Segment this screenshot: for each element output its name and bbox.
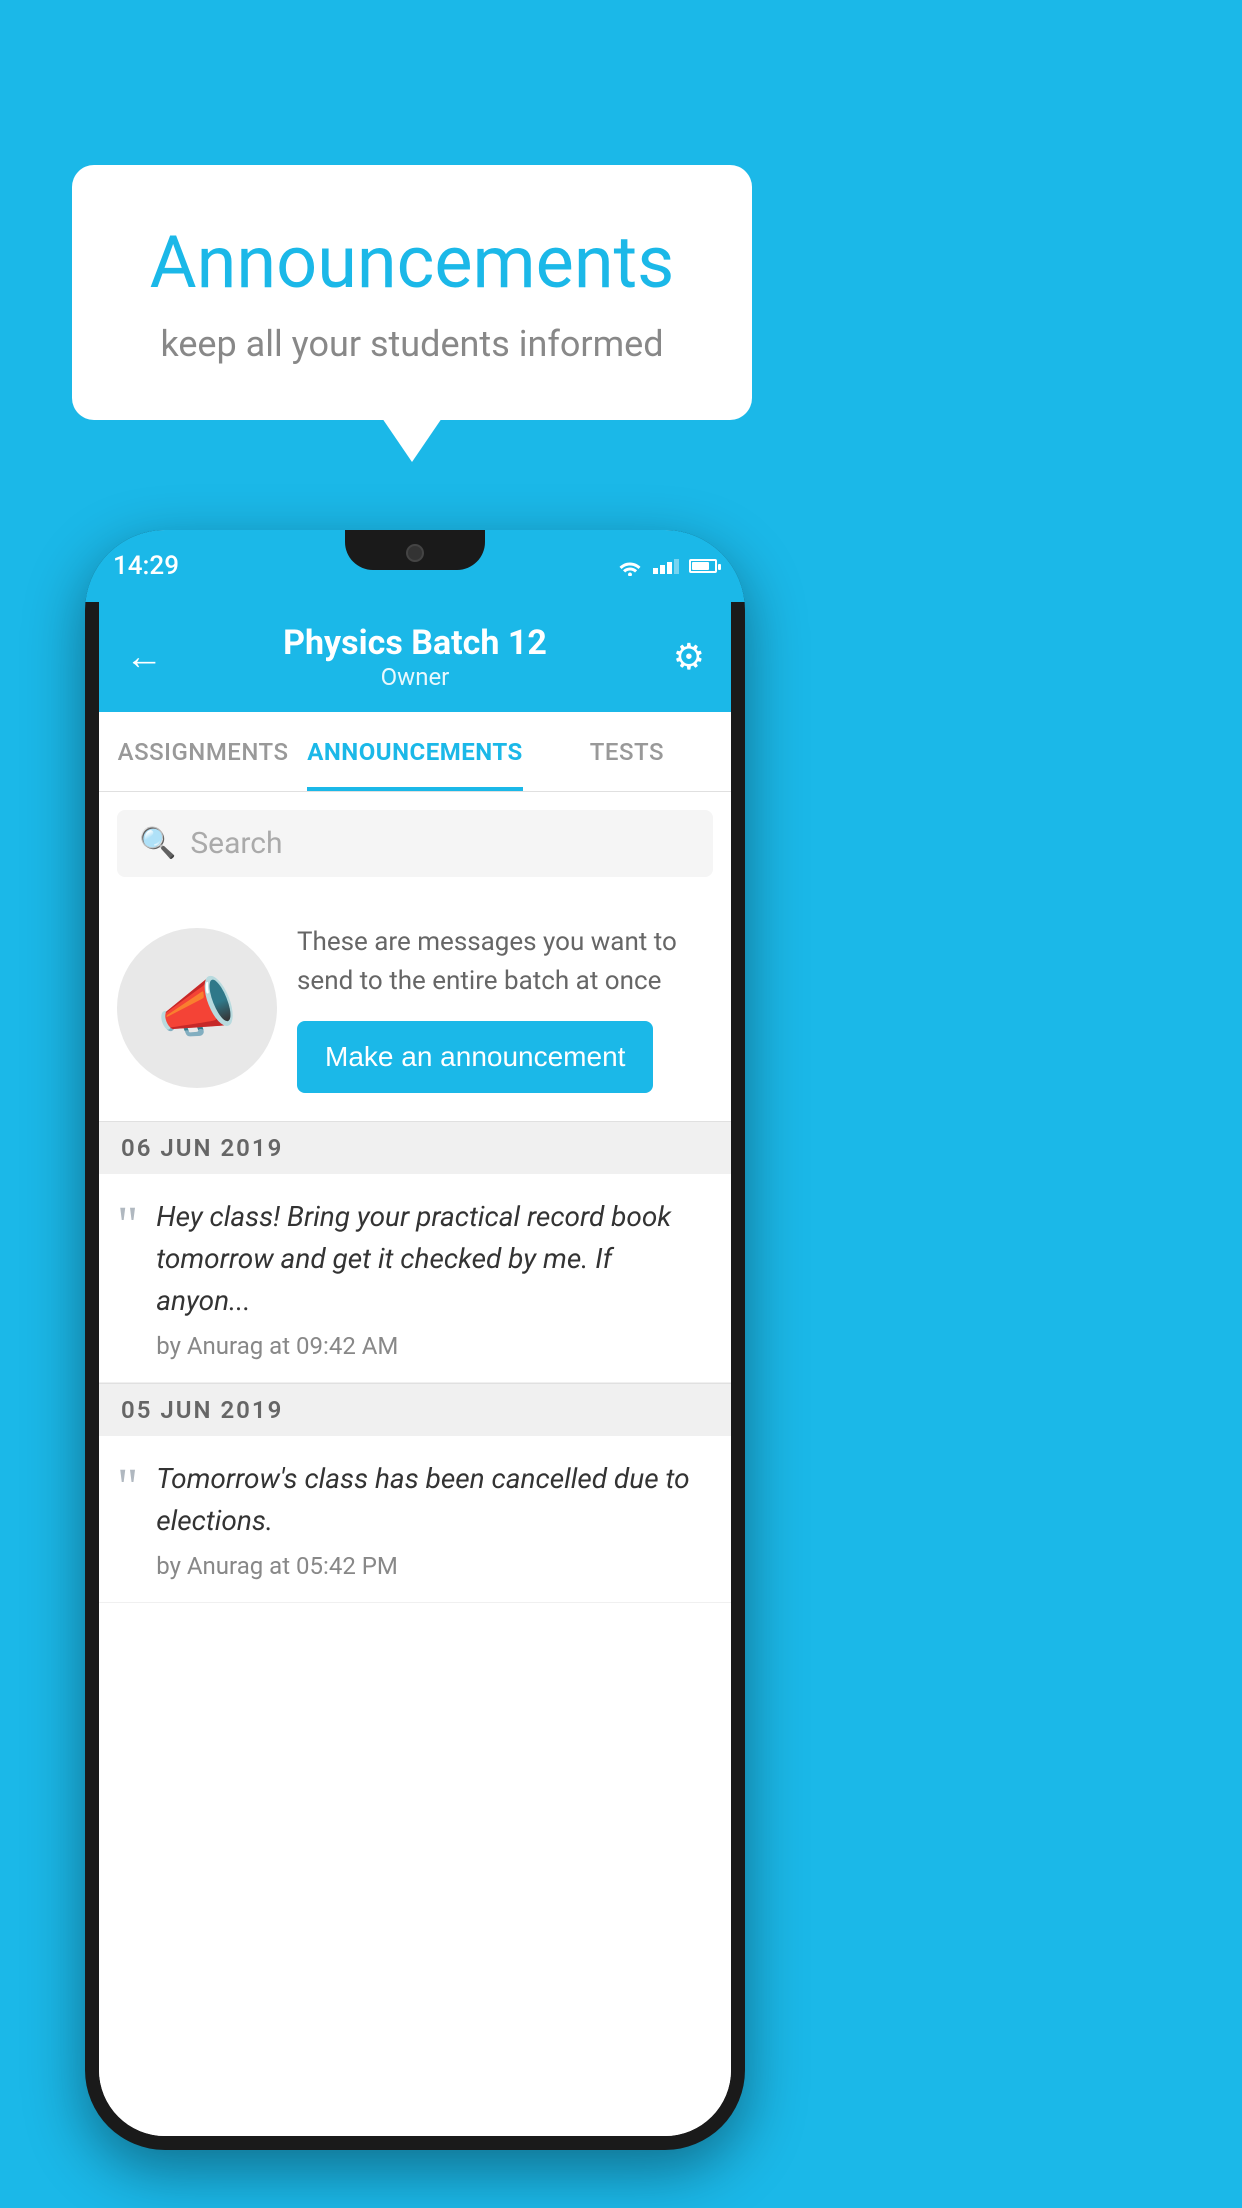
announcement-content-2: Tomorrow's class has been cancelled due …: [156, 1458, 709, 1580]
speech-bubble: Announcements keep all your students inf…: [72, 165, 752, 420]
battery-icon: [689, 559, 717, 573]
tab-tests[interactable]: TESTS: [523, 712, 731, 791]
announcement-text-1: Hey class! Bring your practical record b…: [156, 1196, 709, 1322]
promo-area: 📣 These are messages you want to send to…: [99, 895, 731, 1121]
announcement-item-1: " Hey class! Bring your practical record…: [99, 1174, 731, 1383]
megaphone-icon: 📣: [157, 970, 238, 1046]
promo-description: These are messages you want to send to t…: [297, 923, 709, 1001]
quote-icon-1: ": [117, 1200, 138, 1252]
phone-notch: [345, 530, 485, 570]
quote-icon-2: ": [117, 1462, 138, 1514]
status-time: 14:29: [113, 551, 179, 581]
header-title-area: Physics Batch 12 Owner: [283, 623, 547, 691]
announcement-author-1: by Anurag at 09:42 AM: [156, 1332, 709, 1360]
batch-title: Physics Batch 12: [283, 623, 547, 663]
wifi-icon: [617, 556, 643, 576]
search-bar[interactable]: 🔍 Search: [117, 810, 713, 877]
back-button[interactable]: ←: [125, 635, 163, 679]
signal-icon: [653, 559, 679, 574]
tab-assignments[interactable]: ASSIGNMENTS: [99, 712, 307, 791]
owner-label: Owner: [283, 663, 547, 691]
camera: [406, 544, 424, 562]
bubble-title: Announcements: [132, 220, 692, 305]
bubble-subtitle: keep all your students informed: [132, 323, 692, 365]
date-separator-2: 05 JUN 2019: [99, 1383, 731, 1436]
date-separator-1: 06 JUN 2019: [99, 1121, 731, 1174]
announcement-author-2: by Anurag at 05:42 PM: [156, 1552, 709, 1580]
promo-right: These are messages you want to send to t…: [297, 923, 709, 1093]
search-icon: 🔍: [139, 826, 176, 861]
promo-icon-circle: 📣: [117, 928, 277, 1088]
settings-icon[interactable]: ⚙: [673, 636, 705, 678]
content-area: 🔍 Search 📣 These are messages you want t…: [99, 792, 731, 2136]
announcement-content-1: Hey class! Bring your practical record b…: [156, 1196, 709, 1360]
announcement-text-2: Tomorrow's class has been cancelled due …: [156, 1458, 709, 1542]
tabs-bar: ASSIGNMENTS ANNOUNCEMENTS TESTS: [99, 712, 731, 792]
phone-screen: ← Physics Batch 12 Owner ⚙ ASSIGNMENTS A…: [99, 530, 731, 2136]
app-header: ← Physics Batch 12 Owner ⚙: [99, 602, 731, 712]
search-placeholder: Search: [190, 826, 282, 861]
tab-announcements[interactable]: ANNOUNCEMENTS: [307, 712, 523, 791]
announcement-item-2: " Tomorrow's class has been cancelled du…: [99, 1436, 731, 1603]
phone-mockup: 14:29 ← Physics Batch 12: [85, 530, 745, 2150]
status-icons: [617, 556, 717, 576]
make-announcement-button[interactable]: Make an announcement: [297, 1021, 653, 1093]
